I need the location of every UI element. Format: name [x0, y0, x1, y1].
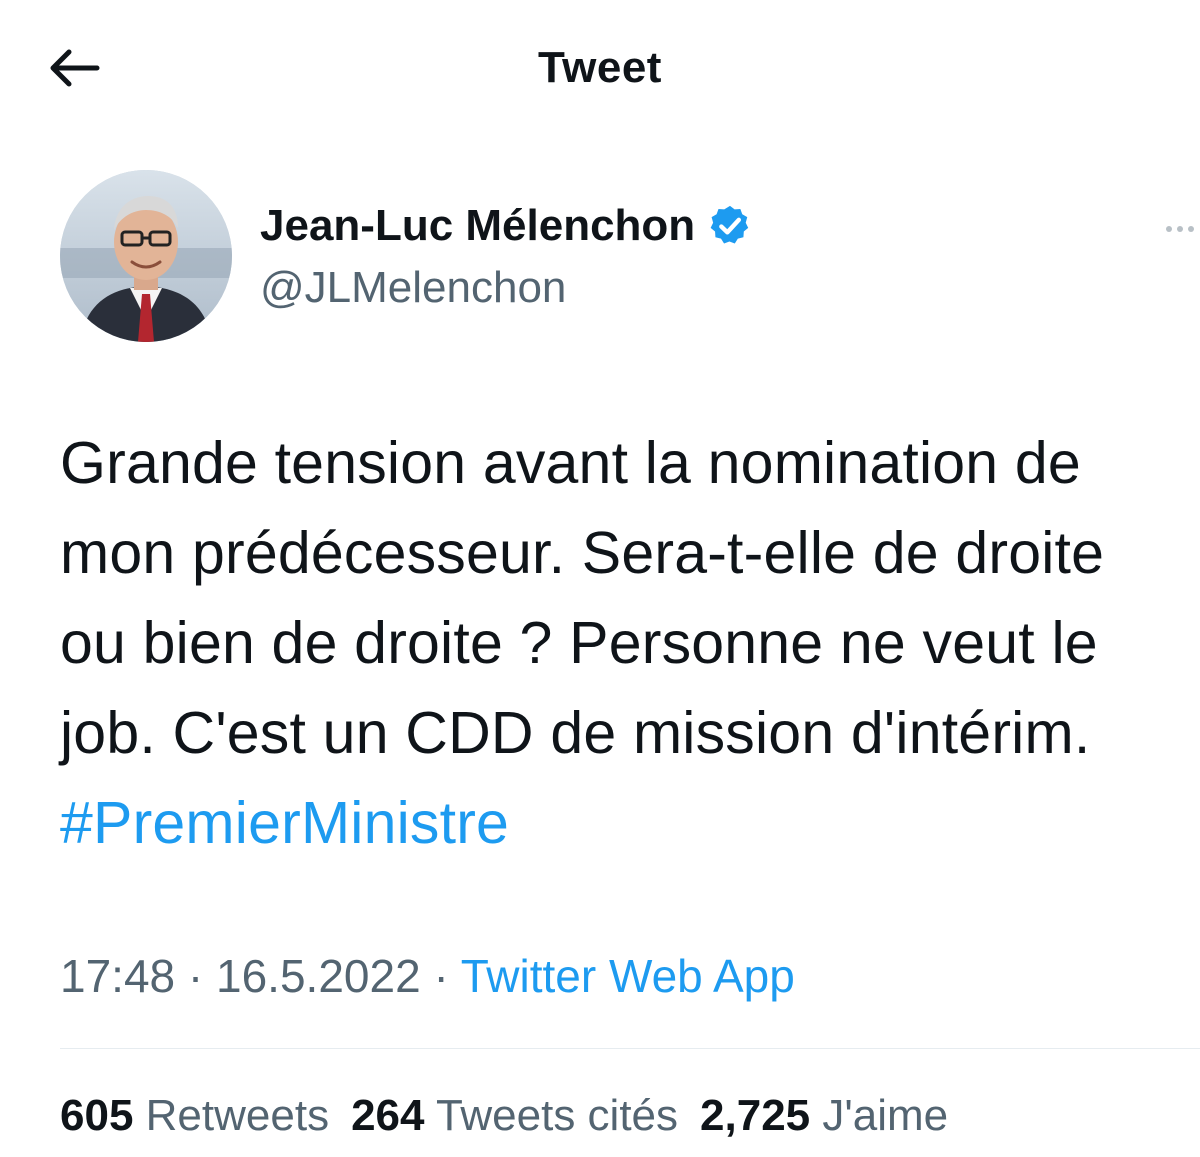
tweet-meta: 17:48 · 16.5.2022 · Twitter Web App: [60, 946, 795, 1006]
page-title: Tweet: [538, 43, 662, 92]
likes-stat[interactable]: 2,725 J'aime: [700, 1086, 948, 1146]
avatar[interactable]: [60, 170, 232, 342]
likes-label: J'aime: [822, 1091, 949, 1140]
divider: [60, 1048, 1200, 1049]
quote-tweets-stat[interactable]: 264 Tweets cités: [351, 1086, 678, 1146]
quote-tweets-label: Tweets cités: [435, 1091, 679, 1140]
more-options-button[interactable]: [1160, 214, 1200, 244]
more-dots-icon: [1166, 226, 1172, 232]
hashtag-link[interactable]: #PremierMinistre: [60, 790, 509, 856]
author-display-name: Jean-Luc Mélenchon: [260, 201, 696, 250]
author-name-row[interactable]: Jean-Luc Mélenchon: [260, 198, 753, 254]
quote-tweets-count: 264: [351, 1091, 425, 1140]
retweets-stat[interactable]: 605 Retweets: [60, 1086, 329, 1146]
tweet-time[interactable]: 17:48: [60, 950, 175, 1002]
retweets-label: Retweets: [145, 1091, 330, 1140]
top-bar: Tweet: [0, 0, 1200, 140]
avatar-image: [60, 170, 232, 342]
tweet-body: Grande tension avant la nomination de mo…: [60, 430, 1105, 766]
tweet-text: Grande tension avant la nomination de mo…: [60, 418, 1180, 868]
author-handle[interactable]: @JLMelenchon: [260, 260, 566, 316]
meta-separator: ·: [175, 950, 217, 1002]
tweet-source-link[interactable]: Twitter Web App: [461, 950, 795, 1002]
retweets-count: 605: [60, 1091, 134, 1140]
tweet-author: Jean-Luc Mélenchon @JLMelenchon: [60, 170, 1194, 350]
verified-badge-icon: [710, 205, 749, 244]
likes-count: 2,725: [700, 1091, 811, 1140]
tweet-stats: 605 Retweets 264 Tweets cités 2,725 J'ai…: [60, 1086, 970, 1146]
meta-separator: ·: [420, 950, 461, 1002]
tweet-date[interactable]: 16.5.2022: [216, 950, 421, 1002]
